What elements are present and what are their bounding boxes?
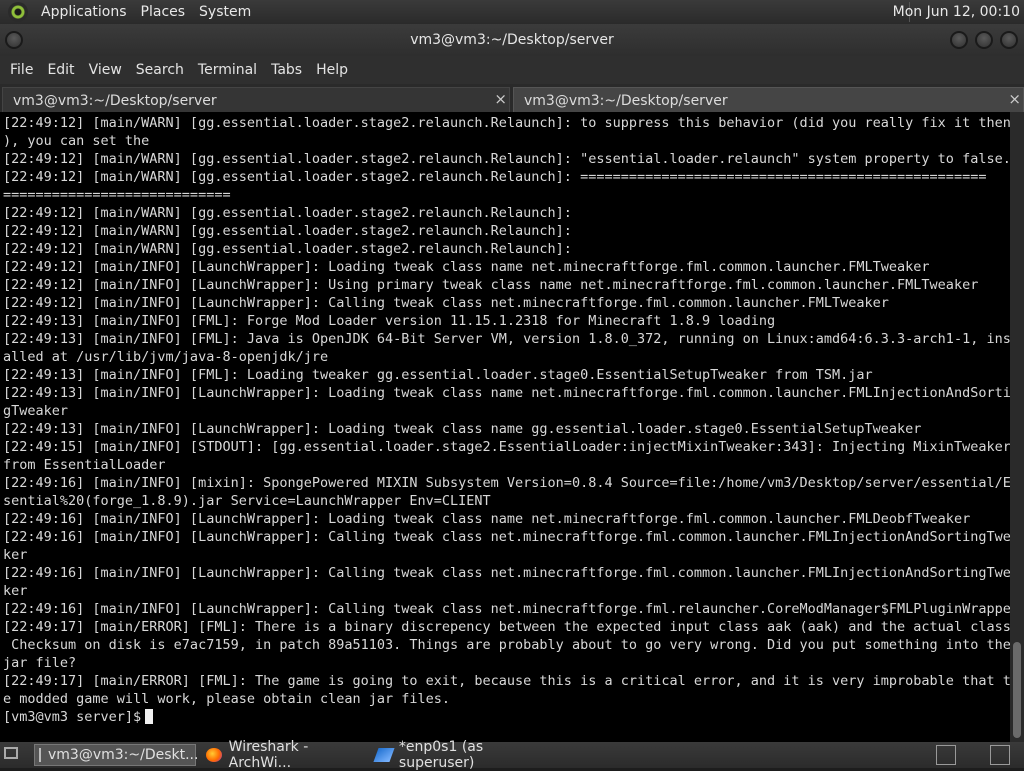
close-icon[interactable] bbox=[1000, 31, 1018, 49]
window-titlebar[interactable]: vm3@vm3:~/Desktop/server bbox=[0, 24, 1024, 56]
terminal-line: [22:49:13] [main/INFO] [FML]: Forge Mod … bbox=[3, 313, 776, 329]
maximize-icon[interactable] bbox=[975, 31, 993, 49]
terminal-line: [22:49:13] [main/INFO] [LaunchWrapper]: … bbox=[3, 421, 922, 437]
menubar: File Edit View Search Terminal Tabs Help bbox=[0, 56, 1024, 84]
menu-view[interactable]: View bbox=[82, 62, 129, 78]
taskbar-item-terminal[interactable]: vm3@vm3:~/Deskt... bbox=[34, 744, 199, 766]
terminal-line: [22:49:13] [main/INFO] [FML]: Loading tw… bbox=[3, 367, 873, 383]
terminal-scrollbar[interactable] bbox=[1010, 112, 1024, 742]
menu-help[interactable]: Help bbox=[309, 62, 355, 78]
places-menu[interactable]: Places bbox=[134, 4, 193, 20]
tab-2[interactable]: vm3@vm3:~/Desktop/server × bbox=[513, 87, 1024, 112]
taskbar-item-wireshark[interactable]: *enp0s1 (as superuser) bbox=[372, 739, 562, 771]
tab-label: vm3@vm3:~/Desktop/server bbox=[13, 93, 217, 109]
terminal-line: [22:49:12] [main/WARN] [gg.essential.loa… bbox=[3, 205, 572, 221]
terminal-line: [22:49:12] [main/WARN] [gg.essential.loa… bbox=[3, 241, 572, 257]
terminal-line: sential%20(forge_1.8.9).jar Service=Laun… bbox=[3, 493, 491, 509]
top-panel: Applications Places System Mon Jun 12, 0… bbox=[0, 0, 1024, 24]
terminal-line: ), you can set the bbox=[3, 133, 150, 149]
terminal-line: [22:49:16] [main/INFO] [LaunchWrapper]: … bbox=[3, 565, 1010, 581]
terminal-lines: [22:49:12] [main/WARN] [gg.essential.loa… bbox=[3, 114, 1010, 708]
terminal-line: [22:49:17] [main/ERROR] [FML]: There is … bbox=[3, 619, 1010, 635]
tab-close-icon[interactable]: × bbox=[1008, 90, 1021, 108]
system-menu[interactable]: System bbox=[192, 4, 258, 20]
window-title: vm3@vm3:~/Desktop/server bbox=[410, 32, 614, 48]
terminal-line: [22:49:17] [main/ERROR] [FML]: The game … bbox=[3, 673, 1010, 689]
clock[interactable]: Mon Jun 12, 00:10 bbox=[893, 4, 1020, 20]
menu-terminal[interactable]: Terminal bbox=[191, 62, 264, 78]
terminal-line: [22:49:13] [main/INFO] [LaunchWrapper]: … bbox=[3, 385, 1010, 401]
menu-tabs[interactable]: Tabs bbox=[264, 62, 309, 78]
tab-label: vm3@vm3:~/Desktop/server bbox=[524, 93, 728, 109]
taskbar-item-label: *enp0s1 (as superuser) bbox=[398, 739, 484, 771]
firefox-icon bbox=[206, 748, 222, 762]
taskbar-item-label: vm3@vm3:~/Deskt... bbox=[48, 747, 199, 763]
terminal-line: alled at /usr/lib/jvm/java-8-openjdk/jre bbox=[3, 349, 329, 365]
shell-prompt: [vm3@vm3 server]$ bbox=[3, 709, 142, 725]
distro-logo-icon[interactable] bbox=[8, 2, 28, 22]
terminal-line: Checksum on disk is e7ac7159, in patch 8… bbox=[3, 637, 1010, 653]
tab-bar: vm3@vm3:~/Desktop/server × vm3@vm3:~/Des… bbox=[0, 84, 1024, 112]
terminal-line: [22:49:16] [main/INFO] [LaunchWrapper]: … bbox=[3, 529, 1010, 545]
terminal-line: gTweaker bbox=[3, 403, 69, 419]
terminal-line: ker bbox=[3, 583, 28, 599]
terminal-line: [22:49:12] [main/WARN] [gg.essential.loa… bbox=[3, 169, 987, 185]
terminal-line: [22:49:12] [main/INFO] [LaunchWrapper]: … bbox=[3, 295, 889, 311]
terminal-line: [22:49:12] [main/INFO] [LaunchWrapper]: … bbox=[3, 259, 930, 275]
terminal-line: e modded game will work, please obtain c… bbox=[3, 691, 451, 707]
tab-close-icon[interactable]: × bbox=[494, 90, 507, 108]
tab-1[interactable]: vm3@vm3:~/Desktop/server × bbox=[2, 87, 510, 112]
terminal-output[interactable]: [22:49:12] [main/WARN] [gg.essential.loa… bbox=[0, 112, 1010, 742]
wireshark-icon bbox=[373, 748, 395, 762]
terminal-icon bbox=[39, 748, 41, 762]
applications-menu[interactable]: Applications bbox=[34, 4, 134, 20]
terminal-line: ker bbox=[3, 547, 28, 563]
menu-search[interactable]: Search bbox=[129, 62, 191, 78]
terminal-line: [22:49:12] [main/WARN] [gg.essential.loa… bbox=[3, 115, 1010, 131]
terminal-line: jar file? bbox=[3, 655, 77, 671]
terminal-line: [22:49:16] [main/INFO] [LaunchWrapper]: … bbox=[3, 511, 971, 527]
workspace-switcher-icon[interactable] bbox=[990, 745, 1010, 765]
terminal-line: ============================ bbox=[3, 187, 231, 203]
terminal-line: [22:49:13] [main/INFO] [FML]: Java is Op… bbox=[3, 331, 1010, 347]
text-cursor bbox=[145, 709, 154, 724]
terminal-line: [22:49:12] [main/INFO] [LaunchWrapper]: … bbox=[3, 277, 979, 293]
show-desktop-icon[interactable] bbox=[4, 747, 18, 759]
taskbar-item-label: Wireshark - ArchWi... bbox=[228, 739, 309, 771]
scrollbar-thumb[interactable] bbox=[1013, 642, 1021, 738]
taskbar-item-firefox[interactable]: Wireshark - ArchWi... bbox=[202, 739, 372, 771]
terminal-line: from EssentialLoader bbox=[3, 457, 166, 473]
terminal-launcher-icon[interactable] bbox=[936, 745, 956, 765]
terminal-line: [22:49:12] [main/WARN] [gg.essential.loa… bbox=[3, 151, 1010, 167]
terminal-line: [22:49:16] [main/INFO] [mixin]: SpongePo… bbox=[3, 475, 1010, 491]
terminal-line: [22:49:12] [main/WARN] [gg.essential.loa… bbox=[3, 223, 572, 239]
minimize-icon[interactable] bbox=[950, 31, 968, 49]
terminal-line: [22:49:16] [main/INFO] [LaunchWrapper]: … bbox=[3, 601, 1010, 617]
terminal-line: [22:49:15] [main/INFO] [STDOUT]: [gg.ess… bbox=[3, 439, 1010, 455]
terminal-prompt-line[interactable]: [vm3@vm3 server]$ bbox=[3, 708, 1010, 726]
bottom-taskbar: vm3@vm3:~/Deskt... Wireshark - ArchWi...… bbox=[0, 739, 1024, 771]
menu-file[interactable]: File bbox=[3, 62, 40, 78]
menu-edit[interactable]: Edit bbox=[40, 62, 81, 78]
